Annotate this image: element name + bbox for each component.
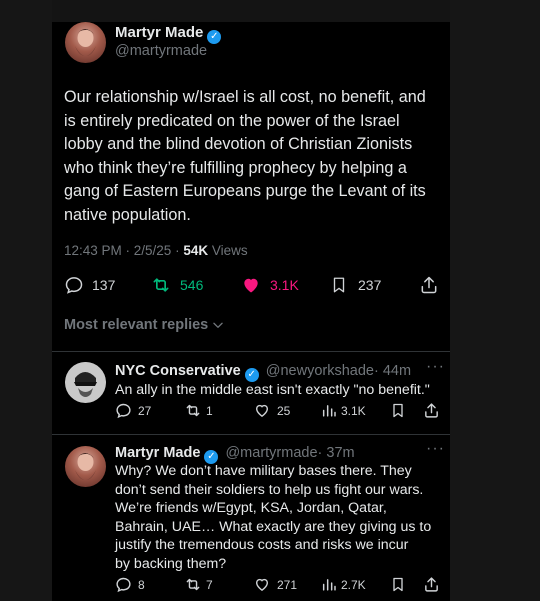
reply-text: An ally in the middle east isn't exactly… [115,381,445,400]
heart-icon [255,404,269,418]
reply-text-line: Bahrain, UAE… What exactly are they givi… [115,518,432,535]
reply-icon [116,403,131,419]
reply-count: 8 [138,577,145,592]
author-name[interactable]: Martyr Made [115,24,203,41]
reply-repost-button[interactable]: 1 [184,402,213,419]
reply-header: NYC Conservative ✓ @newyorkshade· 44m [115,363,411,382]
tweet-text-line: is entirely predicated on the power of t… [64,111,400,130]
reply-avatar[interactable] [65,446,106,487]
heart-icon [244,278,258,293]
more-icon[interactable]: ··· [426,440,445,458]
reply-text: Why? We don’t have military bases there.… [115,462,447,573]
reply-avatar[interactable] [65,362,106,403]
reply-author-handle[interactable]: @martyrmade [225,445,317,461]
divider [52,434,450,435]
like-count: 25 [277,403,291,418]
reply-views-button[interactable]: 2.7K [321,576,366,593]
reply-button[interactable]: 137 [64,275,115,295]
reply-repost-button[interactable]: 7 [184,576,213,593]
tweet-text-line: who think they’re fulfilling prophecy by… [64,158,407,177]
reply-reply-button[interactable]: 27 [115,402,151,419]
repost-count: 1 [206,403,213,418]
reply-share-button[interactable] [423,576,440,593]
reply-share-button[interactable] [423,402,440,419]
reply-text-line: don’t send their soldiers to help us fig… [115,481,424,498]
reply-views-button[interactable]: 3.1K [321,402,366,419]
chevron-down-icon [213,322,223,328]
views-icon [322,405,336,417]
reply-like-button[interactable]: 25 [253,402,290,419]
reply-like-button[interactable]: 271 [253,576,297,593]
reply-text-line: An ally in the middle east isn't exactly… [115,382,430,398]
share-button[interactable] [419,275,439,295]
share-icon [425,577,438,592]
repost-icon [186,578,200,591]
repost-button[interactable]: 546 [150,275,203,295]
repost-icon [186,404,200,417]
view-count: 54K [183,243,209,258]
reply-author-name[interactable]: NYC Conservative [115,363,241,379]
sort-replies-dropdown[interactable]: Most relevant replies [64,317,225,333]
author-avatar[interactable] [65,22,106,63]
reply-author-handle[interactable]: @newyorkshade [266,363,374,379]
reply-text-line: We’re friends w/Egypt, KSA, Jordan, Qata… [115,500,387,516]
background-left [0,0,52,601]
share-icon [421,276,437,294]
author-handle[interactable]: @martyrmade [115,43,207,59]
tweet-text-line: gang of Eastern Europeans purge the Leva… [64,182,426,200]
share-icon [425,403,438,418]
verified-icon: ✓ [207,30,222,44]
background-right [450,0,540,601]
tweet-text: Our relationship w/Israel is all cost, n… [64,86,444,227]
verified-icon: ✓ [244,368,259,382]
bookmark-icon [393,577,403,592]
views-icon [322,579,336,591]
tweet-meta: 12:43 PM · 2/5/25 · 54K Views [64,243,248,258]
views-label: Views [208,243,248,258]
repost-count: 7 [206,577,213,592]
heart-icon [255,578,269,592]
reply-count: 27 [138,403,152,418]
reply-timestamp[interactable]: · 37m [318,445,355,461]
more-icon[interactable]: ··· [426,358,445,376]
reply-bookmark-button[interactable] [390,576,406,593]
reply-text-line: by backing them? [115,555,227,572]
views-count: 3.1K [341,403,366,418]
repost-count: 546 [180,277,204,293]
tweet-timestamp[interactable]: 12:43 PM · 2/5/25 · [64,243,183,258]
tweet-thread: Martyr Made ✓ @martyrmade Our relationshi… [52,22,450,601]
tweet-text-line: lobby and the blind devotion of Christia… [64,135,413,153]
tweet-text-line: Our relationship w/Israel is all cost, n… [64,88,426,106]
divider [52,351,450,352]
bookmark-icon [333,277,345,293]
views-count: 2.7K [341,577,366,592]
bookmark-count: 237 [358,277,382,293]
like-button[interactable]: 3.1K [240,275,299,295]
reply-bookmark-button[interactable] [390,402,406,419]
reply-icon [116,577,131,593]
repost-icon [153,278,169,292]
bookmark-icon [393,403,403,418]
author-name-row[interactable]: Martyr Made ✓ [115,24,222,44]
reply-icon [65,277,83,294]
reply-count: 137 [92,277,116,293]
reply-reply-button[interactable]: 8 [115,576,145,593]
bookmark-button[interactable]: 237 [330,275,381,295]
reply-text-line: justify the tremendous costs and risks w… [115,537,409,553]
like-count: 3.1K [270,277,299,293]
sort-label: Most relevant replies [64,317,209,333]
like-count: 271 [277,577,298,592]
tweet-text-line: native population. [64,205,191,224]
reply-text-line: Why? We don’t have military bases there.… [115,463,412,479]
reply-timestamp[interactable]: · 44m [374,363,411,379]
reply-author-name[interactable]: Martyr Made [115,445,200,461]
